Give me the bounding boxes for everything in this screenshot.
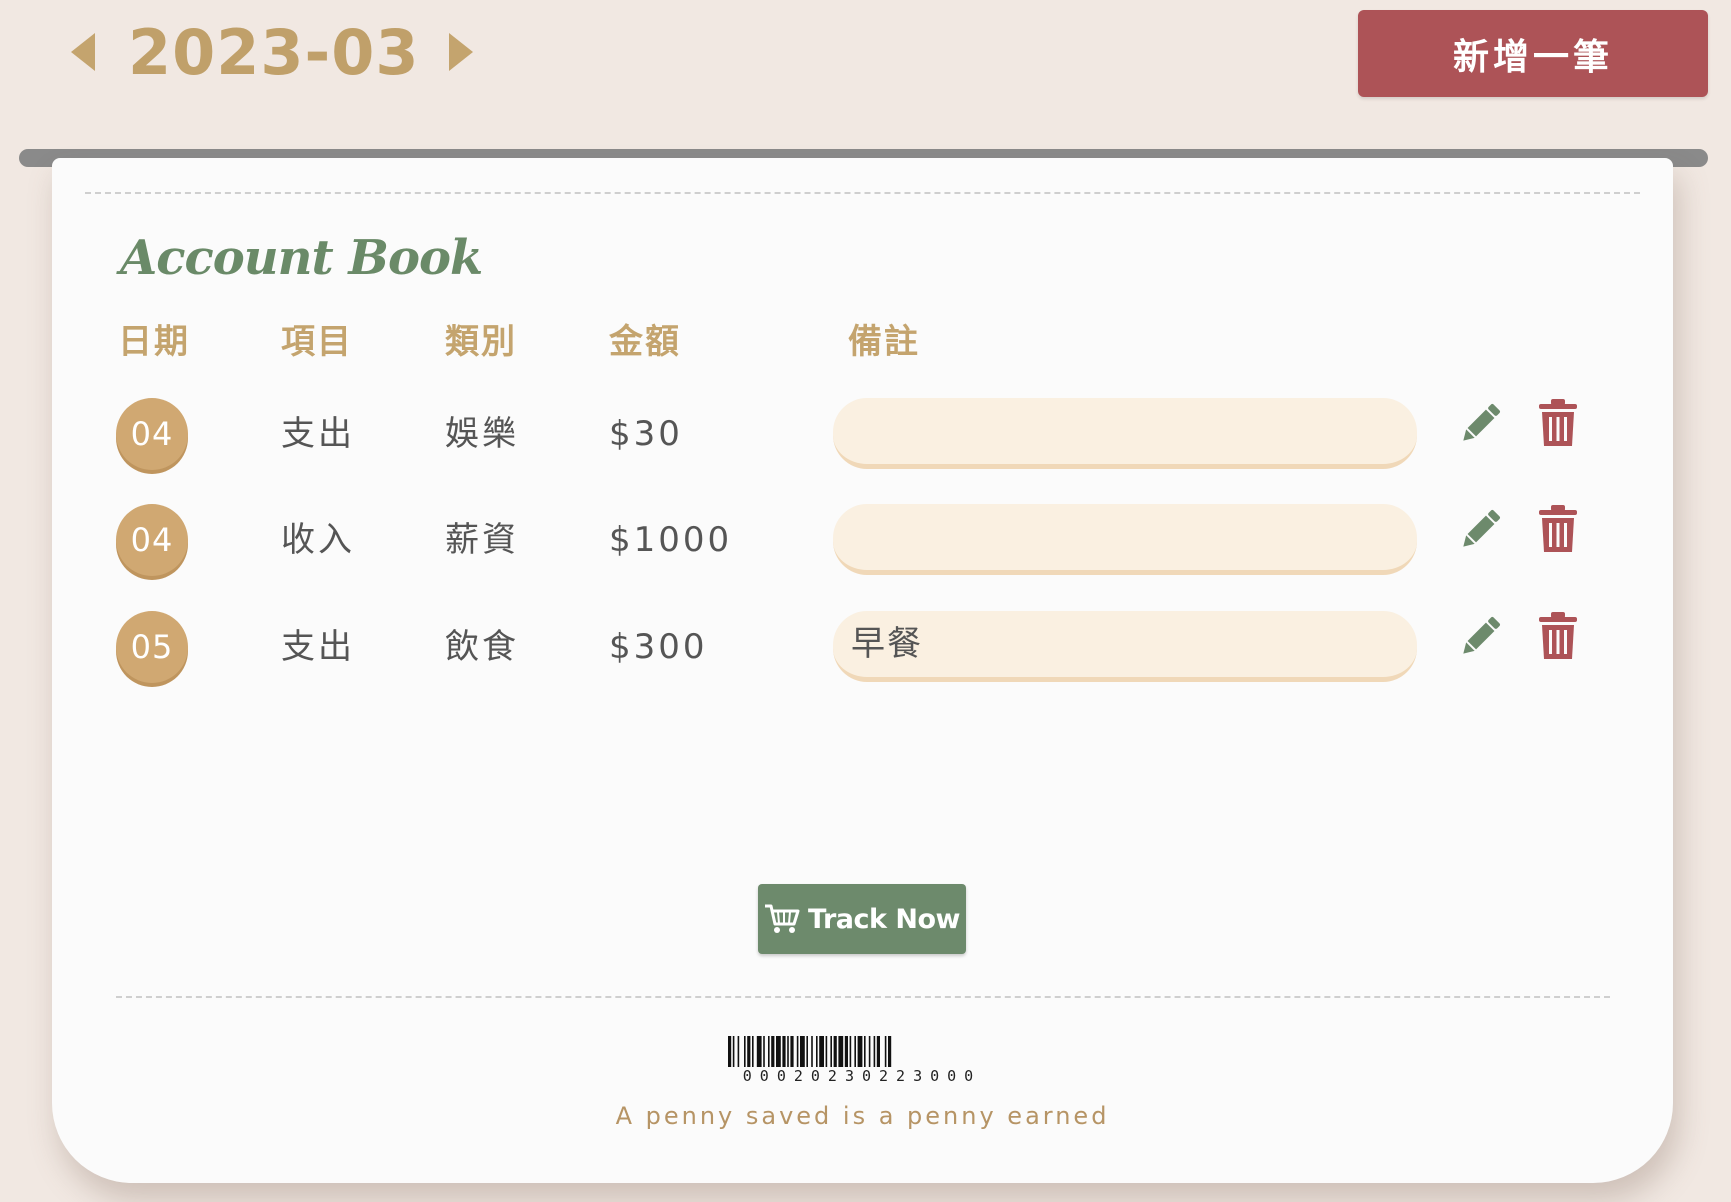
pencil-icon bbox=[1463, 404, 1500, 441]
column-header-date: 日期 bbox=[118, 322, 190, 362]
amount-cell: $1000 bbox=[609, 520, 733, 560]
amount-cell: $30 bbox=[609, 414, 683, 454]
note-value: 早餐 bbox=[851, 624, 923, 664]
delete-button[interactable] bbox=[1536, 504, 1580, 554]
edit-button[interactable] bbox=[1456, 504, 1506, 554]
column-header-item: 項目 bbox=[281, 322, 353, 362]
account-book-card: Account Book 日期 項目 類別 金額 備註 04 支出 娛樂 $30 bbox=[52, 158, 1673, 1183]
trash-icon bbox=[1539, 505, 1577, 552]
category-cell: 飲食 bbox=[445, 627, 519, 667]
top-dashed-divider bbox=[85, 192, 1640, 194]
column-header-category: 類別 bbox=[445, 322, 517, 362]
month-navigator: 2023-03 bbox=[66, 12, 478, 92]
table-row: 04 收入 薪資 $1000 bbox=[52, 504, 1673, 576]
caret-right-icon bbox=[448, 33, 473, 71]
note-field[interactable] bbox=[833, 398, 1417, 469]
barcode-bars bbox=[728, 1036, 892, 1067]
prev-month-button[interactable] bbox=[66, 27, 100, 77]
card-title: Account Book bbox=[120, 230, 483, 286]
delete-button[interactable] bbox=[1536, 611, 1580, 661]
track-now-label: Track Now bbox=[808, 903, 960, 935]
cart-icon bbox=[765, 904, 800, 933]
pencil-icon bbox=[1463, 510, 1500, 547]
caret-left-icon bbox=[71, 33, 95, 71]
item-cell: 支出 bbox=[281, 627, 355, 667]
table-row: 04 支出 娛樂 $30 bbox=[52, 398, 1673, 470]
delete-button[interactable] bbox=[1536, 398, 1580, 448]
footer-quote: A penny saved is a penny earned bbox=[615, 1102, 1110, 1130]
trash-icon bbox=[1539, 612, 1577, 659]
column-header-amount: 金額 bbox=[609, 322, 681, 362]
bottom-dashed-divider bbox=[116, 996, 1610, 998]
edit-button[interactable] bbox=[1456, 398, 1506, 448]
item-cell: 支出 bbox=[281, 414, 355, 454]
date-badge: 04 bbox=[116, 398, 188, 470]
category-cell: 娛樂 bbox=[445, 414, 519, 454]
barcode: 00020230223000 bbox=[728, 1036, 996, 1085]
add-entry-button[interactable]: 新增一筆 bbox=[1358, 10, 1708, 97]
trash-icon bbox=[1539, 399, 1577, 446]
column-header-note: 備註 bbox=[848, 322, 920, 362]
track-now-button[interactable]: Track Now bbox=[758, 884, 966, 954]
date-badge: 04 bbox=[116, 504, 188, 576]
barcode-number: 00020230223000 bbox=[742, 1067, 982, 1085]
date-badge: 05 bbox=[116, 611, 188, 683]
amount-cell: $300 bbox=[609, 627, 708, 667]
note-field[interactable]: 早餐 bbox=[833, 611, 1417, 682]
next-month-button[interactable] bbox=[444, 27, 478, 77]
table-row: 05 支出 飲食 $300 早餐 bbox=[52, 611, 1673, 683]
note-field[interactable] bbox=[833, 504, 1417, 575]
edit-button[interactable] bbox=[1456, 611, 1506, 661]
pencil-icon bbox=[1463, 617, 1500, 654]
item-cell: 收入 bbox=[281, 520, 355, 560]
current-month: 2023-03 bbox=[128, 15, 420, 89]
category-cell: 薪資 bbox=[445, 520, 519, 560]
